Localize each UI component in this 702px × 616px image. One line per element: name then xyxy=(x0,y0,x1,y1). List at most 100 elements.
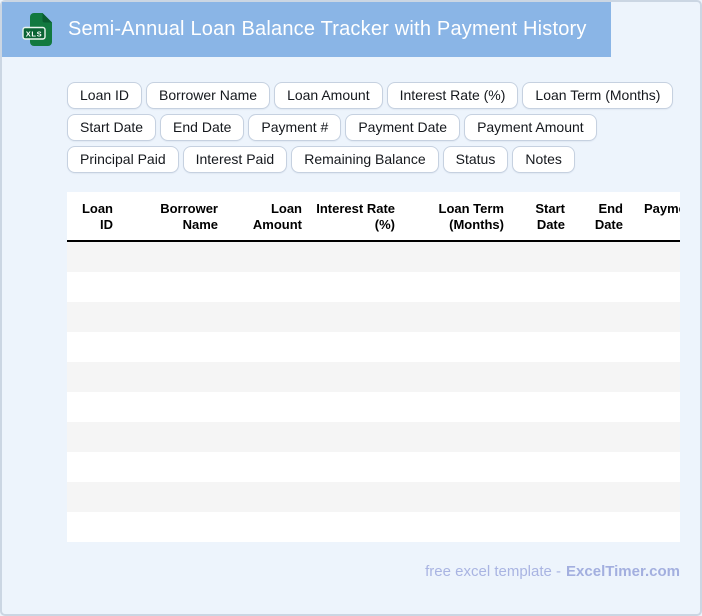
field-pill-loan-term[interactable]: Loan Term (Months) xyxy=(522,82,674,109)
table-row xyxy=(67,362,680,392)
table-cell xyxy=(230,302,314,332)
table-cell xyxy=(577,482,635,512)
table-cell xyxy=(516,452,577,482)
header-bar: XLS Semi-Annual Loan Balance Tracker wit… xyxy=(2,2,611,57)
table-row xyxy=(67,452,680,482)
table-cell xyxy=(314,422,407,452)
column-header-loan-term: Loan Term (Months) xyxy=(407,192,516,242)
table-row xyxy=(67,241,680,272)
table-row xyxy=(67,392,680,422)
field-pill-payment-amount[interactable]: Payment Amount xyxy=(464,114,597,141)
field-pill-notes[interactable]: Notes xyxy=(512,146,575,173)
table-cell xyxy=(577,422,635,452)
page: { "header": { "title": "Semi-Annual Loan… xyxy=(0,0,702,616)
table-cell xyxy=(67,272,125,302)
table-cell xyxy=(407,482,516,512)
table-cell xyxy=(577,392,635,422)
table-cell xyxy=(577,452,635,482)
table-cell xyxy=(230,392,314,422)
footer-brand-link[interactable]: ExcelTimer.com xyxy=(566,563,680,580)
column-header-payment-number: Payment # xyxy=(635,192,680,242)
table-cell xyxy=(314,272,407,302)
table-cell xyxy=(516,392,577,422)
xls-file-icon: XLS xyxy=(22,13,52,46)
table-cell xyxy=(407,362,516,392)
table-cell xyxy=(407,422,516,452)
table-cell xyxy=(314,392,407,422)
table-cell xyxy=(635,302,680,332)
field-pill-principal-paid[interactable]: Principal Paid xyxy=(67,146,179,173)
table-cell xyxy=(125,452,230,482)
table-cell xyxy=(230,452,314,482)
table-cell xyxy=(516,422,577,452)
table-row xyxy=(67,332,680,362)
table-cell xyxy=(125,302,230,332)
table-cell xyxy=(230,362,314,392)
table-cell xyxy=(516,272,577,302)
table-header-row: Loan ID Borrower Name Loan Amount Intere… xyxy=(67,192,680,242)
table-cell xyxy=(230,241,314,272)
field-pill-interest-paid[interactable]: Interest Paid xyxy=(182,146,288,173)
table-cell xyxy=(516,362,577,392)
column-header-borrower-name: Borrower Name xyxy=(125,192,230,242)
table-cell xyxy=(635,332,680,362)
table-cell xyxy=(635,422,680,452)
table-row xyxy=(67,512,680,542)
table-cell xyxy=(635,512,680,542)
loan-table: Loan ID Borrower Name Loan Amount Intere… xyxy=(67,192,680,542)
table-cell xyxy=(577,512,635,542)
table-cell xyxy=(577,362,635,392)
table-cell xyxy=(230,482,314,512)
table-cell xyxy=(516,302,577,332)
table-cell xyxy=(230,422,314,452)
table-cell xyxy=(67,422,125,452)
field-pill-payment-number[interactable]: Payment # xyxy=(248,114,342,141)
table-cell xyxy=(125,392,230,422)
field-pill-loan-id[interactable]: Loan ID xyxy=(67,82,143,109)
table-cell xyxy=(125,332,230,362)
table-cell xyxy=(314,332,407,362)
field-pill-status[interactable]: Status xyxy=(442,146,509,173)
field-pill-start-date[interactable]: Start Date xyxy=(67,114,157,141)
table-cell xyxy=(577,241,635,272)
table-cell xyxy=(67,362,125,392)
table-cell xyxy=(635,452,680,482)
footer-text: free excel template - xyxy=(425,563,562,580)
field-pill-borrower-name[interactable]: Borrower Name xyxy=(146,82,271,109)
table-cell xyxy=(407,241,516,272)
table-cell xyxy=(125,482,230,512)
table-row xyxy=(67,272,680,302)
field-pill-interest-rate[interactable]: Interest Rate (%) xyxy=(386,82,519,109)
table-cell xyxy=(67,482,125,512)
field-pills: Loan ID Borrower Name Loan Amount Intere… xyxy=(67,82,680,173)
table-cell xyxy=(314,362,407,392)
column-header-loan-amount: Loan Amount xyxy=(230,192,314,242)
field-pill-remaining-balance[interactable]: Remaining Balance xyxy=(291,146,439,173)
field-pill-loan-amount[interactable]: Loan Amount xyxy=(274,82,383,109)
table-cell xyxy=(407,512,516,542)
table-cell xyxy=(67,302,125,332)
column-header-end-date: End Date xyxy=(577,192,635,242)
table-cell xyxy=(67,512,125,542)
table-cell xyxy=(407,392,516,422)
column-header-interest-rate: Interest Rate (%) xyxy=(314,192,407,242)
table-cell xyxy=(407,272,516,302)
table-cell xyxy=(314,241,407,272)
table-cell xyxy=(516,482,577,512)
table-row xyxy=(67,302,680,332)
table-header: Loan ID Borrower Name Loan Amount Intere… xyxy=(67,192,680,242)
field-pill-end-date[interactable]: End Date xyxy=(160,114,245,141)
table-cell xyxy=(635,362,680,392)
table-cell xyxy=(635,392,680,422)
table-cell xyxy=(314,452,407,482)
table-cell xyxy=(67,392,125,422)
table-cell xyxy=(125,362,230,392)
field-pill-payment-date[interactable]: Payment Date xyxy=(345,114,461,141)
table-cell xyxy=(407,452,516,482)
loan-table-body xyxy=(67,241,680,542)
table-cell xyxy=(407,302,516,332)
table-cell xyxy=(67,332,125,362)
table-cell xyxy=(516,241,577,272)
table-cell xyxy=(577,272,635,302)
table-cell xyxy=(516,332,577,362)
